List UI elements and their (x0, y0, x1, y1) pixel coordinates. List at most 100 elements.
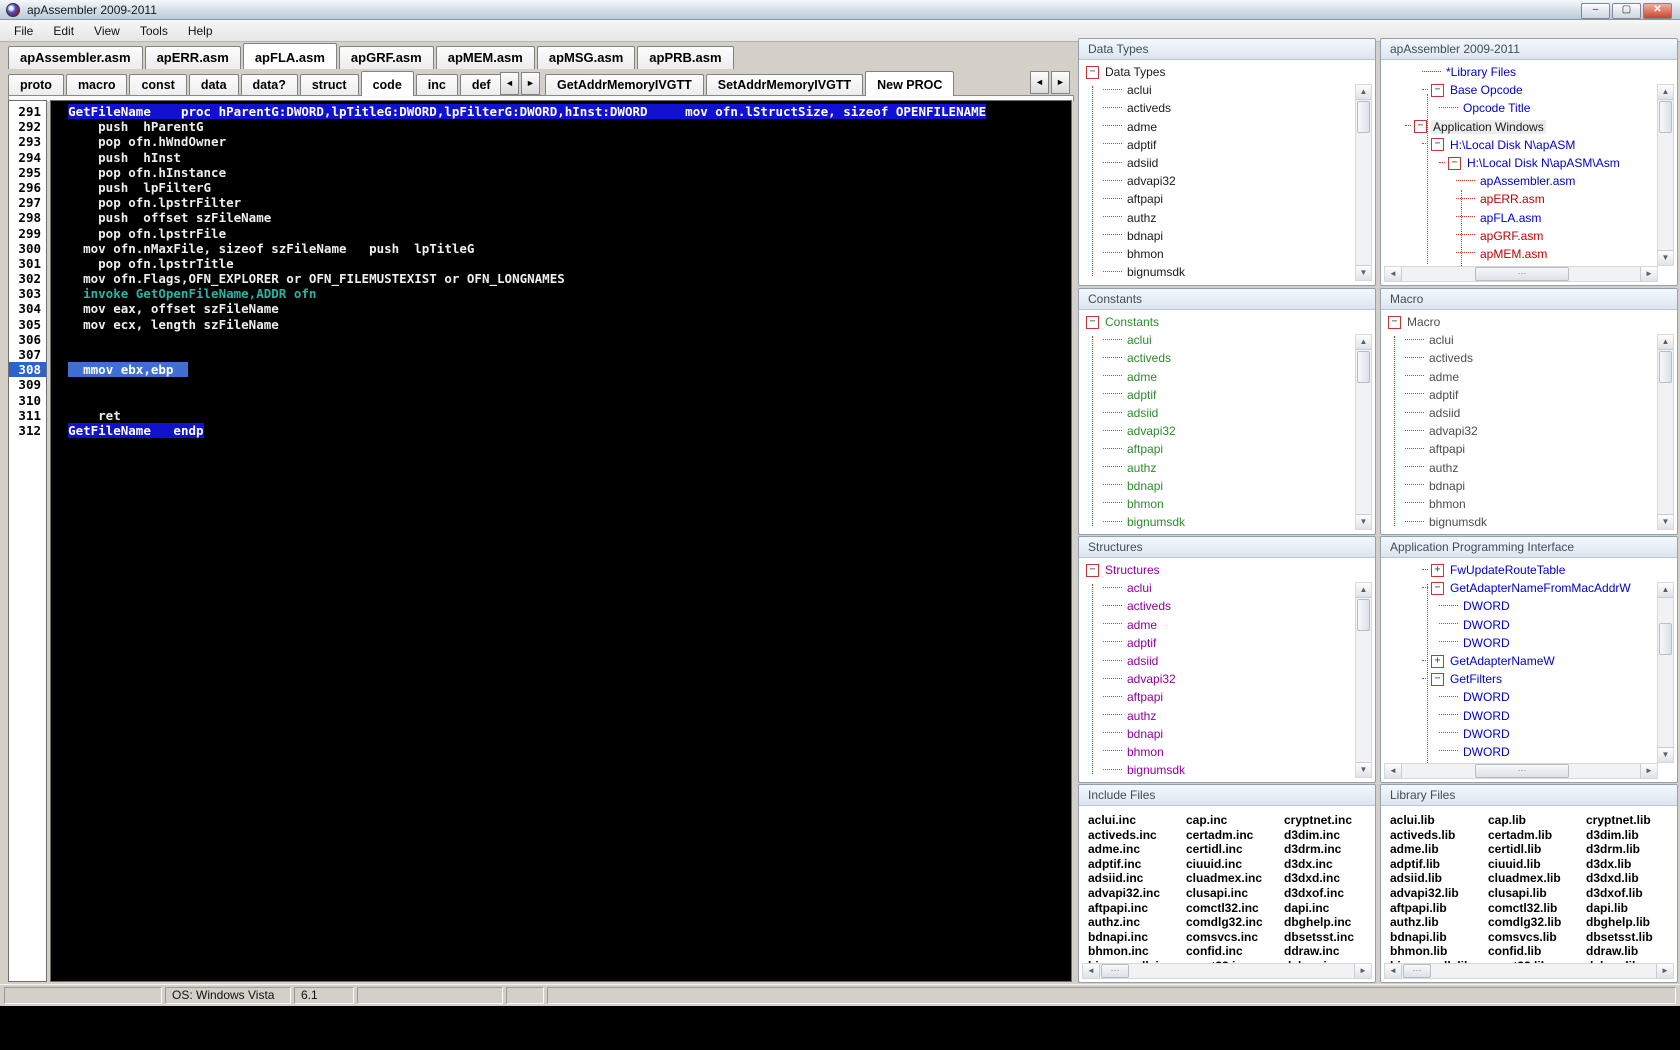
tree-item[interactable]: *Library Files (1382, 63, 1676, 81)
tree-item[interactable]: advapi32 (1080, 422, 1374, 440)
tab-GetAddrMemoryIVGTT[interactable]: GetAddrMemoryIVGTT (545, 74, 704, 96)
vertical-scrollbar[interactable]: ▲ ▼ (1657, 582, 1674, 763)
code-line[interactable]: mov eax, offset szFileName (53, 301, 1071, 316)
file-item[interactable]: bhmon.inc (1088, 944, 1186, 959)
file-item[interactable]: certidl.lib (1488, 842, 1586, 857)
tab-SetAddrMemoryIVGTT[interactable]: SetAddrMemoryIVGTT (705, 74, 864, 96)
code-line[interactable]: mmov ebx,ebp (53, 362, 1071, 378)
scroll-down-icon[interactable]: ▼ (1658, 514, 1673, 529)
tab-struct[interactable]: struct (299, 74, 359, 96)
scrollbar-thumb[interactable]: ⋯ (1475, 764, 1569, 778)
menu-help[interactable]: Help (178, 22, 223, 40)
code-line[interactable]: push hParentG (53, 119, 1071, 134)
horizontal-scrollbar[interactable]: ◄ ⋯ ► (1082, 963, 1372, 979)
tree-item[interactable]: − Macro (1382, 313, 1676, 331)
file-item[interactable]: d3dxof.lib (1586, 886, 1676, 901)
tab-proto[interactable]: proto (8, 74, 64, 96)
tab-apERR.asm[interactable]: apERR.asm (144, 46, 241, 69)
scroll-up-icon[interactable]: ▲ (1658, 335, 1673, 350)
tab-apMEM.asm[interactable]: apMEM.asm (435, 46, 535, 69)
tree-item[interactable]: advapi32 (1080, 670, 1374, 688)
code-line[interactable]: ret (53, 408, 1071, 423)
tab-def[interactable]: def (459, 74, 503, 96)
file-item[interactable]: cluadmex.inc (1186, 871, 1284, 886)
scroll-right-icon[interactable]: ► (1354, 964, 1371, 978)
menu-tools[interactable]: Tools (130, 22, 178, 40)
tree-item[interactable]: aftpapi (1382, 440, 1676, 458)
tree-item[interactable]: aclui (1382, 331, 1676, 349)
tree-item[interactable]: authz (1080, 209, 1374, 227)
file-item[interactable]: adsiid.inc (1088, 871, 1186, 886)
file-item[interactable]: ciuuid.lib (1488, 857, 1586, 872)
menu-edit[interactable]: Edit (43, 22, 84, 40)
scrollbar-thumb[interactable] (1357, 599, 1370, 631)
file-item[interactable]: comctl32.inc (1186, 901, 1284, 916)
file-item[interactable]: clusapi.lib (1488, 886, 1586, 901)
tree-item[interactable]: adptif (1080, 634, 1374, 652)
tree-item[interactable]: adme (1382, 368, 1676, 386)
file-item[interactable]: d3drm.inc (1284, 842, 1374, 857)
scroll-right-icon[interactable]: ► (1640, 267, 1657, 281)
scrollbar-thumb[interactable] (1659, 351, 1672, 383)
file-item[interactable]: certadm.inc (1186, 828, 1284, 843)
menu-view[interactable]: View (84, 22, 130, 40)
file-item[interactable]: comdlg32.lib (1488, 915, 1586, 930)
scroll-up-icon[interactable]: ▲ (1356, 85, 1371, 100)
file-item[interactable]: adptif.inc (1088, 857, 1186, 872)
tree-item[interactable]: adsiid (1382, 404, 1676, 422)
code-line[interactable]: GetFileName proc hParentG:DWORD,lpTitleG… (53, 104, 1071, 119)
tree-item[interactable]: adptif (1080, 386, 1374, 404)
tab-apPRB.asm[interactable]: apPRB.asm (637, 46, 734, 69)
code-line[interactable] (53, 332, 1071, 347)
file-item[interactable]: d3drm.lib (1586, 842, 1676, 857)
file-item[interactable]: ddraw.lib (1586, 944, 1676, 959)
tree-item[interactable]: aclui (1080, 579, 1374, 597)
scroll-left-icon[interactable]: ◄ (1385, 964, 1402, 978)
scroll-down-icon[interactable]: ▼ (1356, 514, 1371, 529)
code-line[interactable]: pop ofn.hInstance (53, 165, 1071, 180)
tree-item[interactable]: aclui (1080, 331, 1374, 349)
scroll-down-icon[interactable]: ▼ (1356, 265, 1371, 280)
file-item[interactable]: advapi32.inc (1088, 886, 1186, 901)
tab-code[interactable]: code (360, 71, 414, 96)
file-item[interactable]: bdnapi.inc (1088, 930, 1186, 945)
tree-item[interactable]: aclui (1080, 81, 1374, 99)
tree-item[interactable]: adsiid (1080, 404, 1374, 422)
tree-item[interactable]: bhmon (1080, 245, 1374, 263)
scroll-down-icon[interactable]: ▼ (1658, 747, 1673, 762)
tree-item[interactable]: authz (1080, 707, 1374, 725)
maximize-button[interactable]: ▢ (1612, 3, 1641, 19)
scrollbar-thumb[interactable] (1357, 101, 1370, 133)
file-item[interactable]: dbghelp.inc (1284, 915, 1374, 930)
file-item[interactable]: confid.inc (1186, 944, 1284, 959)
tree-item[interactable]: authz (1080, 459, 1374, 477)
file-item[interactable]: ciuuid.inc (1186, 857, 1284, 872)
tree-item[interactable]: adme (1080, 368, 1374, 386)
scrollbar-track[interactable]: ⋯ (1402, 964, 1656, 978)
code-line[interactable] (53, 377, 1071, 392)
tree-item[interactable]: bignumsdk (1080, 263, 1374, 281)
tree-item[interactable]: + FwUpdateRouteTable (1382, 561, 1676, 579)
file-item[interactable]: aclui.lib (1390, 813, 1488, 828)
file-item[interactable]: authz.lib (1390, 915, 1488, 930)
close-button[interactable]: ✕ (1643, 3, 1672, 19)
tree-item[interactable]: − Structures (1080, 561, 1374, 579)
code-line[interactable]: pop ofn.lpstrTitle (53, 256, 1071, 271)
file-item[interactable]: d3dxd.lib (1586, 871, 1676, 886)
file-item[interactable]: dapi.lib (1586, 901, 1676, 916)
tab-inc[interactable]: inc (415, 74, 458, 96)
tab-const[interactable]: const (129, 74, 187, 96)
file-item[interactable]: certadm.lib (1488, 828, 1586, 843)
file-item[interactable]: bhmon.lib (1390, 944, 1488, 959)
code-line[interactable] (53, 347, 1071, 362)
tree-item[interactable]: bdnapi (1080, 477, 1374, 495)
tab-apGRF.asm[interactable]: apGRF.asm (338, 46, 434, 69)
file-item[interactable]: d3dim.inc (1284, 828, 1374, 843)
code-line[interactable]: mov ofn.nMaxFile, sizeof szFileName push… (53, 241, 1071, 256)
scroll-down-icon[interactable]: ▼ (1658, 250, 1673, 265)
scroll-right-icon[interactable]: ► (1656, 964, 1673, 978)
file-item[interactable]: bdnapi.lib (1390, 930, 1488, 945)
file-item[interactable]: cap.inc (1186, 813, 1284, 828)
scrollbar-thumb[interactable]: ⋯ (1101, 964, 1129, 978)
vertical-scrollbar[interactable]: ▲ ▼ (1355, 84, 1372, 281)
